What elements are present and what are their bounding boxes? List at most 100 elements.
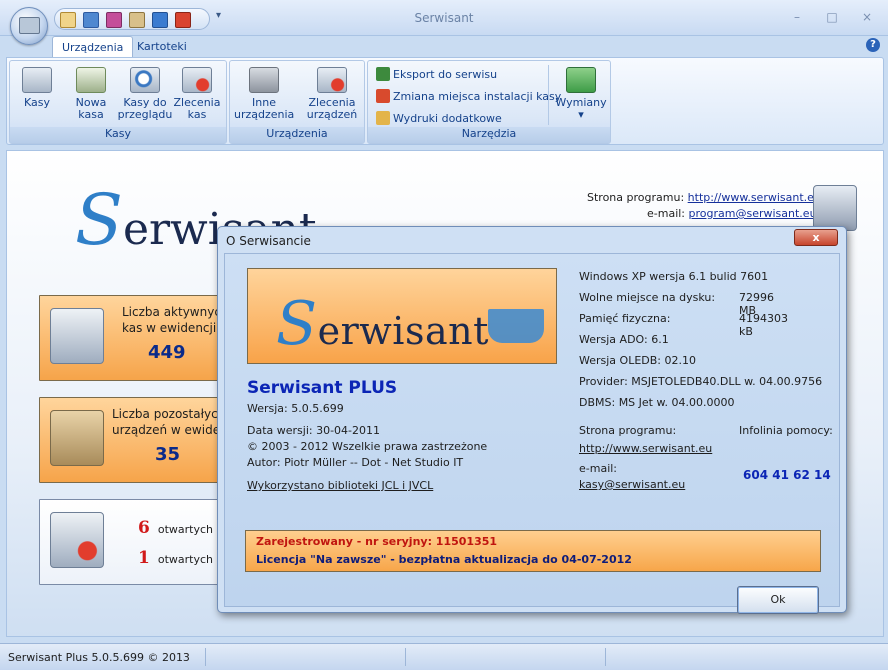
eksport-do-serwisu-button[interactable]: Eksport do serwisu bbox=[376, 65, 497, 85]
dialog-title: O Serwisancie bbox=[226, 234, 311, 248]
maximize-button[interactable]: □ bbox=[821, 10, 843, 26]
kasy-button[interactable]: Kasy bbox=[12, 65, 62, 127]
logo-text: Serwisant bbox=[276, 289, 489, 359]
zmiana-miejsca-button[interactable]: Zmiana miejsca instalacji kasy bbox=[376, 87, 561, 107]
new-register-icon bbox=[76, 67, 106, 93]
wydruki-dodatkowe-button[interactable]: Wydruki dodatkowe bbox=[376, 109, 502, 129]
zlecenia-urzadzen-label: Zlecenia urządzeń bbox=[306, 96, 358, 121]
open-orders-card[interactable]: 6 otwartych 1 otwartych bbox=[39, 499, 234, 585]
wydruki-label: Wydruki dodatkowe bbox=[393, 112, 502, 125]
status-divider bbox=[405, 648, 406, 666]
helpline-label: Infolinia pomocy: bbox=[739, 424, 833, 437]
group-label-kasy: Kasy bbox=[10, 127, 226, 143]
site-link[interactable]: http://www.serwisant.eu bbox=[688, 191, 821, 204]
cash-register-icon bbox=[813, 185, 857, 231]
system-info-row: DBMS: MS Jet w. 04.00.0000 bbox=[579, 396, 735, 409]
site-link[interactable]: http://www.serwisant.eu bbox=[579, 442, 712, 455]
divider bbox=[548, 65, 549, 125]
eksport-label: Eksport do serwisu bbox=[393, 68, 498, 81]
ribbon-tabs: Urządzenia Kartoteki bbox=[0, 36, 888, 58]
tab-kartoteki[interactable]: Kartoteki bbox=[128, 36, 196, 58]
zmiana-label: Zmiana miejsca instalacji kasy bbox=[393, 90, 562, 103]
ok-button[interactable]: Ok bbox=[737, 586, 819, 614]
wymiany-button[interactable]: Wymiany ▾ bbox=[554, 65, 608, 127]
dialog-close-button[interactable]: x bbox=[794, 229, 838, 246]
register-order-icon bbox=[182, 67, 212, 93]
about-dialog: O Serwisancie x Serwisant Serwisant PLUS… bbox=[217, 226, 847, 614]
nowa-kasa-button[interactable]: Nowa kasa bbox=[66, 65, 116, 127]
nowa-kasa-label: Nowa kasa bbox=[75, 96, 107, 121]
minimize-button[interactable]: – bbox=[786, 10, 808, 26]
scale-icon bbox=[50, 410, 104, 466]
exchange-icon bbox=[566, 67, 596, 93]
ribbon: Kasy Nowa kasa Kasy do przeglądu Zleceni… bbox=[6, 57, 884, 145]
author-text: Autor: Piotr Müller -- Dot - Net Studio … bbox=[247, 456, 464, 469]
active-registers-card[interactable]: Liczba aktywnych kas w ewidencji: 449 bbox=[39, 295, 234, 381]
wymiany-dropdown-icon: ▾ bbox=[578, 108, 584, 121]
card-label: Liczba aktywnych kas w ewidencji: bbox=[122, 305, 229, 335]
window-title: Serwisant bbox=[414, 11, 474, 25]
zlecenia-kas-label: Zlecenia kas bbox=[173, 96, 221, 121]
libraries-link[interactable]: Wykorzystano biblioteki JCL i JVCL bbox=[247, 479, 433, 492]
register-order-icon bbox=[50, 512, 104, 568]
email-link[interactable]: kasy@serwisant.eu bbox=[579, 478, 685, 491]
dialog-body: Serwisant Serwisant PLUS Wersja: 5.0.5.6… bbox=[224, 253, 840, 614]
system-info-row: Wersja ADO: 6.1 bbox=[579, 333, 669, 346]
print-icon bbox=[376, 111, 390, 125]
card-label: Liczba pozostałych urządzeń w ewiden bbox=[112, 407, 228, 437]
cash-register-icon bbox=[50, 308, 104, 364]
email-label: e-mail: bbox=[647, 207, 686, 220]
group-kasy: Kasy Nowa kasa Kasy do przeglądu Zleceni… bbox=[9, 60, 227, 144]
version-text: Wersja: 5.0.5.699 bbox=[247, 402, 344, 415]
site-label: Strona programu: bbox=[587, 191, 685, 204]
group-narzedzia: Eksport do serwisu Zmiana miejsca instal… bbox=[367, 60, 611, 144]
help-icon[interactable]: ? bbox=[866, 38, 880, 52]
house-icon bbox=[376, 89, 390, 103]
email-link[interactable]: program@serwisant.eu bbox=[689, 207, 817, 220]
status-bar: Serwisant Plus 5.0.5.699 © 2013 bbox=[0, 643, 888, 670]
copyright-text: © 2003 - 2012 Wszelkie prawa zastrzeżone bbox=[247, 440, 488, 453]
system-info-row: Wolne miejsce na dysku: 72996 MB bbox=[579, 291, 774, 317]
license-text: Licencja "Na zawsze" - bezpłatna aktuali… bbox=[256, 553, 632, 566]
kasy-do-przegladu-label: Kasy do przeglądu bbox=[117, 96, 173, 121]
excel-icon bbox=[376, 67, 390, 81]
device-order-icon bbox=[317, 67, 347, 93]
inne-urzadzenia-label: Inne urządzenia bbox=[234, 96, 295, 121]
scale-icon bbox=[249, 67, 279, 93]
email-label: e-mail: bbox=[579, 462, 618, 475]
open-orders-row: 6 otwartych bbox=[138, 518, 213, 538]
open-orders-row: 1 otwartych bbox=[138, 548, 213, 568]
zlecenia-urzadzen-button[interactable]: Zlecenia urządzeń bbox=[302, 65, 362, 127]
tab-urzadzenia[interactable]: Urządzenia bbox=[52, 36, 134, 58]
status-text: Serwisant Plus 5.0.5.699 © 2013 bbox=[8, 651, 190, 664]
group-label-narzedzia: Narzędzia bbox=[368, 127, 610, 143]
other-devices-count: 35 bbox=[155, 444, 181, 465]
site-row: Strona programu: http://www.serwisant.eu bbox=[587, 191, 821, 204]
other-devices-card[interactable]: Liczba pozostałych urządzeń w ewiden 35 bbox=[39, 397, 234, 483]
helpline-number: 604 41 62 14 bbox=[743, 468, 831, 482]
product-name: Serwisant PLUS bbox=[247, 378, 398, 398]
serwisant-logo: Serwisant bbox=[247, 268, 557, 364]
cash-register-icon bbox=[22, 67, 52, 93]
kasy-label: Kasy bbox=[23, 96, 50, 109]
system-info-row: Wersja OLEDB: 02.10 bbox=[579, 354, 696, 367]
system-info-row: Windows XP wersja 6.1 bulid 7601 bbox=[579, 270, 769, 283]
status-divider bbox=[205, 648, 206, 666]
license-box: Zarejestrowany - nr seryjny: 11501351 Li… bbox=[245, 530, 821, 572]
status-divider bbox=[605, 648, 606, 666]
registration-text: Zarejestrowany - nr seryjny: 11501351 bbox=[256, 535, 498, 548]
inne-urzadzenia-button[interactable]: Inne urządzenia bbox=[234, 65, 294, 127]
system-info-row: Provider: MSJETOLEDB40.DLL w. 04.00.9756 bbox=[579, 375, 823, 388]
magnifier-icon bbox=[130, 67, 160, 93]
kasy-do-przegladu-button[interactable]: Kasy do przeglądu bbox=[116, 65, 174, 127]
zlecenia-kas-button[interactable]: Zlecenia kas bbox=[172, 65, 222, 127]
email-row: e-mail: program@serwisant.eu bbox=[647, 207, 817, 220]
site-label: Strona programu: bbox=[579, 424, 677, 437]
cash-register-icon bbox=[488, 309, 544, 343]
group-urzadzenia: Inne urządzenia Zlecenia urządzeń Urządz… bbox=[229, 60, 365, 144]
system-info-row: Pamięć fizyczna: 4194303 kB bbox=[579, 312, 788, 338]
version-date: Data wersji: 30-04-2011 bbox=[247, 424, 381, 437]
group-label-urzadzenia: Urządzenia bbox=[230, 127, 364, 143]
active-registers-count: 449 bbox=[148, 342, 186, 363]
close-button[interactable]: × bbox=[856, 10, 878, 26]
